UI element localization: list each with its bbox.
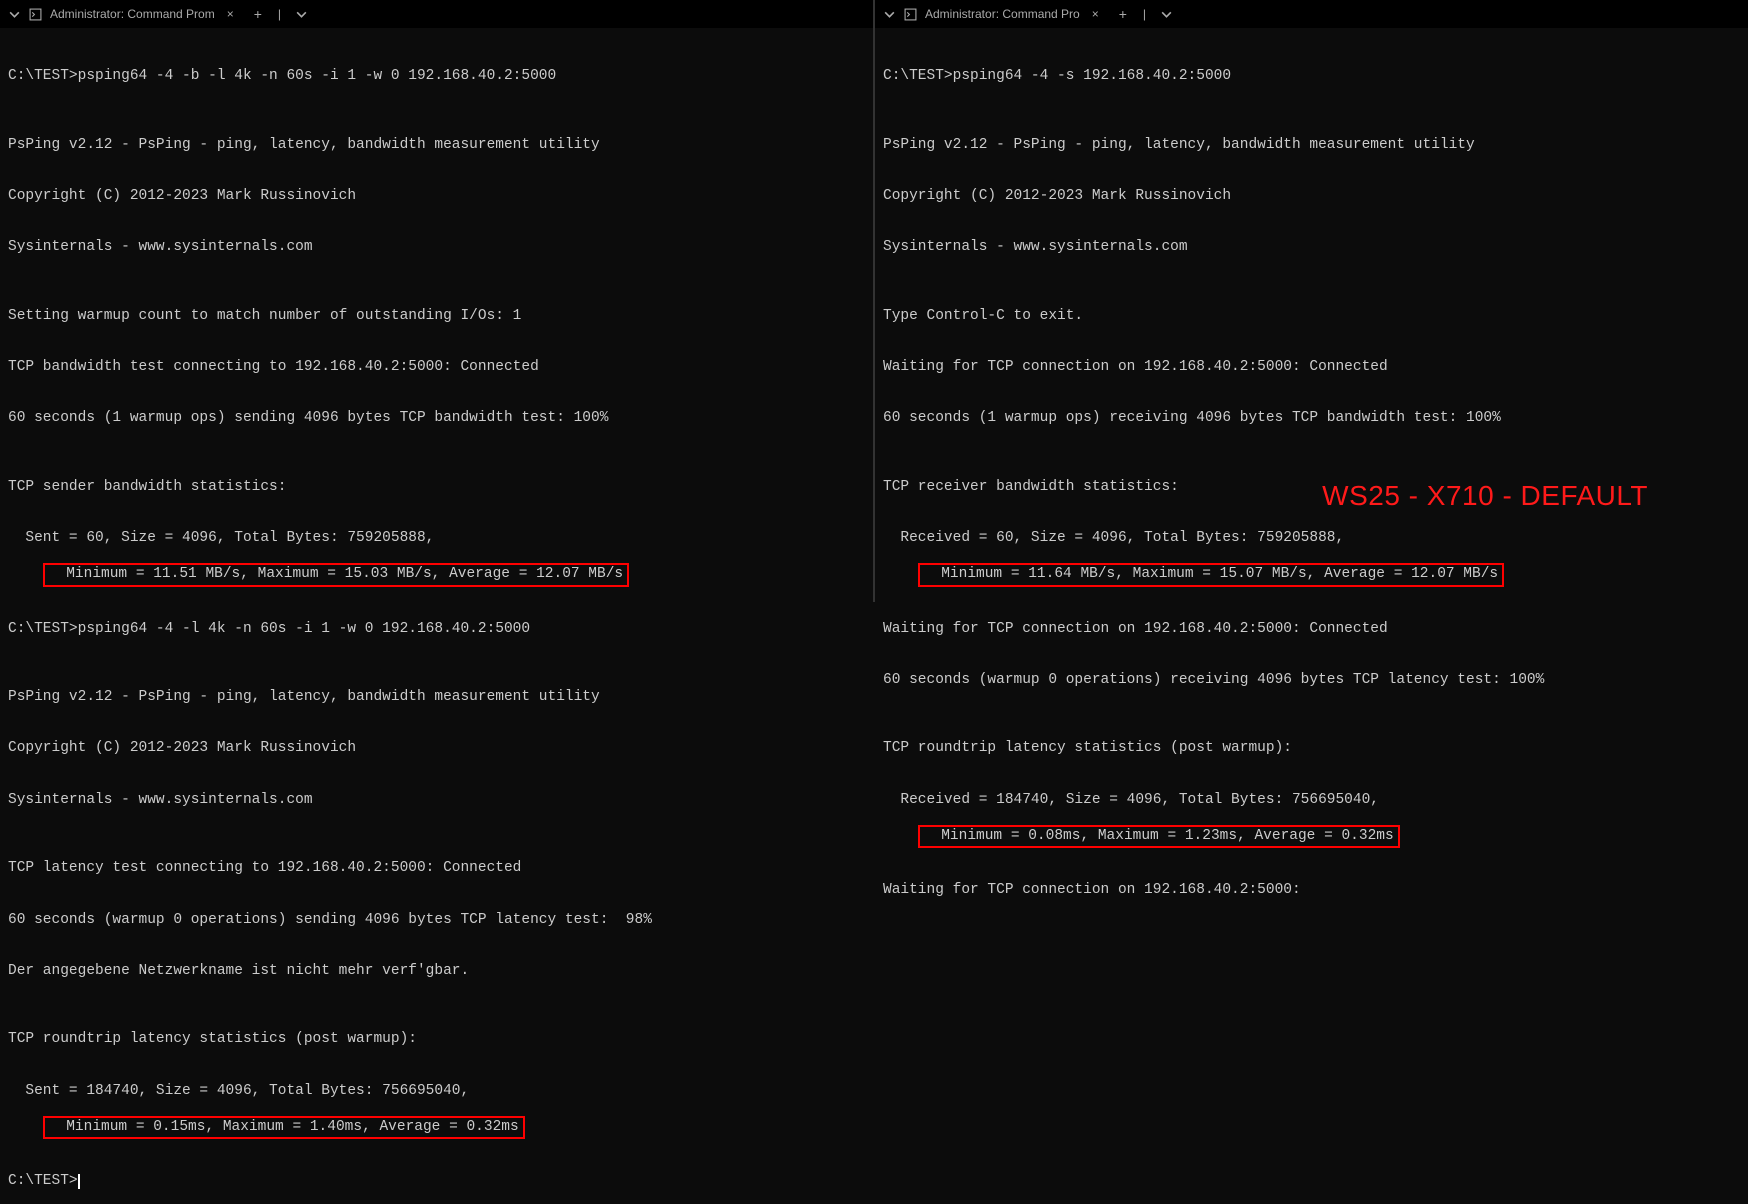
output-line: Sysinternals - www.sysinternals.com [8,792,865,809]
cmd-line: C:\TEST>psping64 -4 -s 192.168.40.2:5000 [883,68,1740,85]
annotation-label: WS25 - X710 - DEFAULT [1322,479,1648,512]
titlebar-left: Administrator: Command Prom × + | [0,0,873,28]
output-line: Setting warmup count to match number of … [8,308,865,325]
highlighted-stats-bandwidth: Minimum = 11.64 MB/s, Maximum = 15.07 MB… [918,563,1504,586]
highlighted-stats-latency: Minimum = 0.08ms, Maximum = 1.23ms, Aver… [918,825,1400,848]
titlebar-right: Administrator: Command Pro × + | [875,0,1748,28]
cmd-icon [904,8,917,21]
cmd-line: C:\TEST>psping64 -4 -b -l 4k -n 60s -i 1… [8,68,865,85]
output-line: Sysinternals - www.sysinternals.com [8,239,865,256]
new-tab-button[interactable]: + [1119,6,1127,23]
tab-divider: | [1143,7,1146,21]
output-line: 60 seconds (warmup 0 operations) receivi… [883,672,1740,689]
output-line: Waiting for TCP connection on 192.168.40… [883,621,1740,638]
tab-title[interactable]: Administrator: Command Prom [50,7,215,21]
output-line: TCP roundtrip latency statistics (post w… [8,1031,865,1048]
tab-close-icon[interactable]: × [227,7,234,21]
output-line: Received = 184740, Size = 4096, Total By… [883,792,1740,809]
dropdown-icon[interactable] [1160,8,1173,21]
output-line: Copyright (C) 2012-2023 Mark Russinovich [8,188,865,205]
output-line: Waiting for TCP connection on 192.168.40… [883,359,1740,376]
output-line: TCP roundtrip latency statistics (post w… [883,740,1740,757]
prompt-line: C:\TEST> [8,1173,865,1190]
terminal-pane-left: Administrator: Command Prom × + | C:\TES… [0,0,875,602]
output-line: 60 seconds (warmup 0 operations) sending… [8,912,865,929]
chevron-down-icon[interactable] [8,8,21,21]
tab-title[interactable]: Administrator: Command Pro [925,7,1080,21]
output-line: Received = 60, Size = 4096, Total Bytes:… [883,530,1740,547]
chevron-down-icon[interactable] [883,8,896,21]
cursor [78,1174,80,1189]
highlighted-stats-bandwidth: Minimum = 11.51 MB/s, Maximum = 15.03 MB… [43,563,629,586]
terminal-pane-right: Administrator: Command Pro × + | C:\TEST… [875,0,1748,602]
output-line: TCP sender bandwidth statistics: [8,479,865,496]
output-line: Sent = 60, Size = 4096, Total Bytes: 759… [8,530,865,547]
output-line: Sysinternals - www.sysinternals.com [883,239,1740,256]
tab-divider: | [278,7,281,21]
output-line: PsPing v2.12 - PsPing - ping, latency, b… [8,137,865,154]
cmd-line: C:\TEST>psping64 -4 -l 4k -n 60s -i 1 -w… [8,621,865,638]
cmd-icon [29,8,42,21]
output-line: PsPing v2.12 - PsPing - ping, latency, b… [883,137,1740,154]
output-line: Type Control-C to exit. [883,308,1740,325]
tab-close-icon[interactable]: × [1092,7,1099,21]
output-line: Waiting for TCP connection on 192.168.40… [883,882,1740,899]
output-line: Copyright (C) 2012-2023 Mark Russinovich [8,740,865,757]
output-line: 60 seconds (1 warmup ops) sending 4096 b… [8,410,865,427]
highlighted-stats-latency: Minimum = 0.15ms, Maximum = 1.40ms, Aver… [43,1116,525,1139]
output-line: TCP bandwidth test connecting to 192.168… [8,359,865,376]
output-line: Sent = 184740, Size = 4096, Total Bytes:… [8,1083,865,1100]
output-line: TCP latency test connecting to 192.168.4… [8,860,865,877]
output-line: PsPing v2.12 - PsPing - ping, latency, b… [8,689,865,706]
output-line: 60 seconds (1 warmup ops) receiving 4096… [883,410,1740,427]
dropdown-icon[interactable] [295,8,308,21]
terminal-output-left[interactable]: C:\TEST>psping64 -4 -b -l 4k -n 60s -i 1… [0,28,873,1204]
output-line: Copyright (C) 2012-2023 Mark Russinovich [883,188,1740,205]
new-tab-button[interactable]: + [254,6,262,23]
output-line: Der angegebene Netzwerkname ist nicht me… [8,963,865,980]
